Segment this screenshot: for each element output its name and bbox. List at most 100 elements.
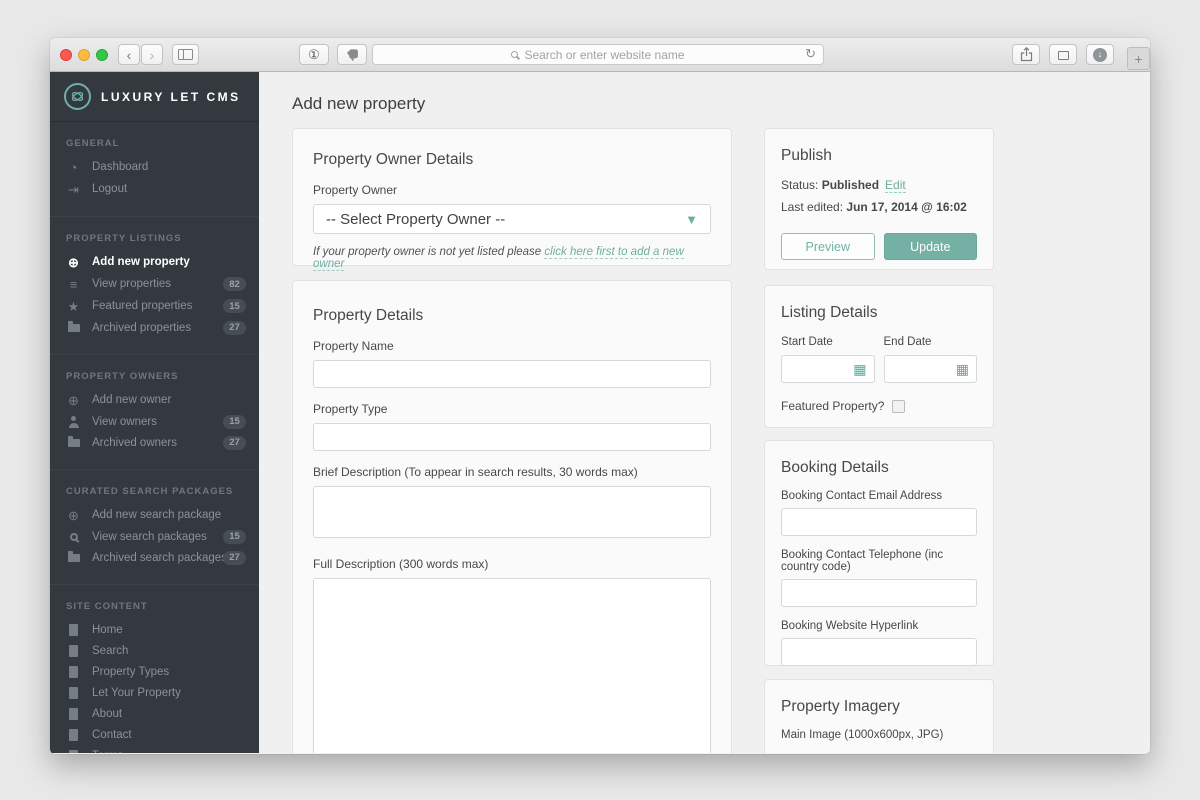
property-owner-select[interactable]: -- Select Property Owner -- ▼ (313, 204, 711, 234)
folder-icon (67, 436, 80, 447)
main-content: Add new property Property Owner Details … (259, 72, 1150, 753)
sidebar-item-add-new-search-package[interactable]: ⊕ Add new search package (50, 504, 259, 526)
sidebar-item-view-search-packages[interactable]: View search packages 15 (50, 526, 259, 547)
sidebar-item-label: Let Your Property (92, 686, 181, 699)
sidebar-item-archived-properties[interactable]: Archived properties 27 (50, 317, 259, 338)
forward-button[interactable]: › (141, 44, 163, 65)
sidebar-item-logout[interactable]: ⇥ Logout (50, 178, 259, 200)
section-header: CURATED SEARCH PACKAGES (66, 486, 234, 497)
booking-phone-label: Booking Contact Telephone (inc country c… (781, 549, 944, 573)
sidebar-section-property-listings: PROPERTY LISTINGS ⊕ Add new property ≡ V… (50, 216, 259, 348)
sidebar-item-add-new-owner[interactable]: ⊕ Add new owner (50, 389, 259, 411)
main-image-label: Main Image (1000x600px, JPG) (781, 729, 944, 741)
sidebar: LUXURY LET CMS GENERAL ◔ Dashboard ⇥ Log… (50, 72, 259, 753)
sidebar-item-home[interactable]: Home (50, 619, 259, 640)
brief-description-textarea[interactable] (313, 486, 711, 538)
notes-extension-button[interactable] (337, 44, 367, 65)
end-date-input[interactable]: ▦ (883, 355, 977, 383)
sidebar-item-view-owners[interactable]: View owners 15 (50, 411, 259, 432)
tab-overview-button[interactable] (1049, 44, 1077, 65)
sidebar-item-label: Property Types (92, 665, 170, 678)
sidebar-item-label: Contact (92, 728, 132, 741)
search-icon (511, 51, 519, 58)
plus-icon: + (1134, 50, 1143, 67)
edit-status-link[interactable]: Edit (885, 178, 906, 193)
last-edited-label: Last edited: (781, 200, 847, 214)
address-bar[interactable]: Search or enter website name ↻ (372, 44, 824, 65)
plus-circle-icon: ⊕ (68, 392, 79, 408)
sidebar-item-terms[interactable]: Terms (50, 745, 259, 753)
download-icon: ↓ (1093, 47, 1107, 62)
selected-option: -- Select Property Owner -- (326, 210, 506, 228)
booking-phone-input[interactable] (781, 579, 977, 607)
elephant-icon (346, 48, 358, 61)
sidebar-item-about[interactable]: About (50, 703, 259, 724)
section-header: GENERAL (66, 138, 120, 149)
section-header: PROPERTY LISTINGS (66, 233, 182, 244)
back-button[interactable]: ‹ (118, 44, 140, 65)
property-type-label: Property Type (313, 402, 388, 416)
app-title: LUXURY LET CMS (101, 89, 241, 104)
sidebar-item-view-properties[interactable]: ≡ View properties 82 (50, 273, 259, 295)
calendar-icon[interactable]: ▦ (853, 362, 866, 376)
password-extension-button[interactable]: ① (299, 44, 329, 65)
reload-icon[interactable]: ↻ (805, 46, 816, 62)
sidebar-item-archived-owners[interactable]: Archived owners 27 (50, 432, 259, 453)
sidebar-item-search[interactable]: Search (50, 640, 259, 661)
sidebar-section-site-content: SITE CONTENT Home Search Property Types … (50, 584, 259, 753)
sidebar-item-archived-search-packages[interactable]: Archived search packages 27 (50, 547, 259, 568)
share-icon (1020, 47, 1032, 62)
close-window-button[interactable] (60, 49, 72, 61)
sidebar-item-label: Terms (92, 750, 123, 754)
page-icon (69, 623, 78, 636)
dashboard-icon: ◔ (69, 159, 78, 175)
owner-note-text: If your property owner is not yet listed… (313, 246, 545, 258)
sidebar-section-property-owners: PROPERTY OWNERS ⊕ Add new owner View own… (50, 354, 259, 463)
downloads-button[interactable]: ↓ (1086, 44, 1114, 65)
sidebar-item-label: Search (92, 644, 129, 657)
count-badge: 15 (223, 414, 246, 429)
folder-icon (67, 551, 80, 562)
page-icon (69, 749, 78, 753)
knot-logo-icon (64, 83, 91, 110)
property-name-input[interactable] (313, 360, 711, 388)
status-line: Status: Published Edit (781, 178, 977, 193)
sidebar-toggle-button[interactable] (172, 44, 199, 65)
new-tab-button[interactable]: + (1127, 47, 1150, 70)
start-date-input[interactable]: ▦ (781, 355, 875, 383)
section-header: PROPERTY OWNERS (66, 371, 179, 382)
page-icon (69, 686, 78, 699)
share-button[interactable] (1012, 44, 1040, 65)
calendar-icon[interactable]: ▦ (956, 362, 969, 376)
sidebar-item-property-types[interactable]: Property Types (50, 661, 259, 682)
card-title: Listing Details (781, 304, 878, 321)
last-edited-value: Jun 17, 2014 @ 16:02 (846, 200, 967, 214)
sidebar-item-add-new-property[interactable]: ⊕ Add new property (50, 251, 259, 273)
sidebar-item-label: Archived search packages (92, 551, 227, 564)
sidebar-item-label: Featured properties (92, 300, 193, 312)
sidebar-item-label: View properties (92, 278, 172, 290)
zoom-window-button[interactable] (96, 49, 108, 61)
booking-website-input[interactable] (781, 638, 977, 666)
preview-button[interactable]: Preview (781, 233, 875, 260)
booking-email-input[interactable] (781, 508, 977, 536)
sidebar-item-label: Logout (92, 183, 128, 195)
sidebar-item-featured-properties[interactable]: ★ Featured properties 15 (50, 295, 259, 317)
browser-toolbar: ‹ › ① Search or enter website name ↻ ↓ + (50, 38, 1150, 72)
full-description-textarea[interactable] (313, 578, 711, 753)
sidebar-item-let-your-property[interactable]: Let Your Property (50, 682, 259, 703)
minimize-window-button[interactable] (78, 49, 90, 61)
page-icon (69, 644, 78, 657)
update-button[interactable]: Update (883, 233, 977, 260)
property-type-input[interactable] (313, 423, 711, 451)
property-details-card: Property Details Property Name Property … (292, 280, 732, 753)
address-placeholder: Search or enter website name (524, 47, 685, 62)
count-badge: 27 (223, 435, 246, 450)
plus-circle-icon: ⊕ (68, 507, 79, 523)
featured-property-checkbox[interactable] (892, 399, 906, 413)
section-header: SITE CONTENT (66, 601, 148, 612)
sidebar-item-dashboard[interactable]: ◔ Dashboard (50, 156, 259, 178)
back-icon: ‹ (126, 46, 132, 63)
end-date-label: End Date (883, 336, 932, 348)
sidebar-item-contact[interactable]: Contact (50, 724, 259, 745)
